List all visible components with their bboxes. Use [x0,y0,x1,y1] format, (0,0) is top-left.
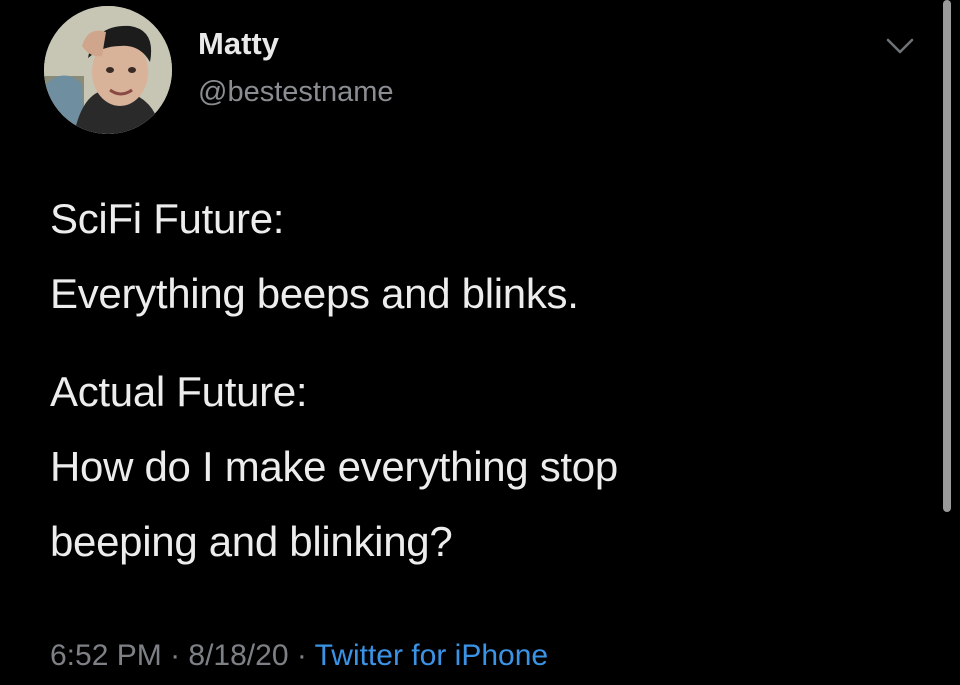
scrollbar[interactable] [943,0,951,512]
meta-separator: · [161,639,189,672]
tweet: Matty @bestestname SciFi Future: Everyth… [0,0,960,685]
tweet-time[interactable]: 6:52 PM [50,639,162,672]
tweet-source-link[interactable]: Twitter for iPhone [315,639,548,672]
avatar-image [44,6,172,134]
chevron-down-icon[interactable] [880,30,920,60]
meta-separator: · [288,639,315,672]
tweet-text-line: How do I make everything stop [50,443,618,490]
tweet-text-line: Actual Future: [50,368,308,415]
tweet-meta: 6:52 PM · 8/18/20 · Twitter for iPhone [50,636,548,676]
tweet-date[interactable]: 8/18/20 [188,639,288,672]
tweet-text-line: beeping and blinking? [50,518,453,565]
author-display-name[interactable]: Matty [198,24,279,64]
tweet-text-line: Everything beeps and blinks. [50,270,579,317]
tweet-text-line: SciFi Future: [50,195,285,242]
author-handle[interactable]: @bestestname [198,74,393,110]
avatar[interactable] [44,6,172,134]
